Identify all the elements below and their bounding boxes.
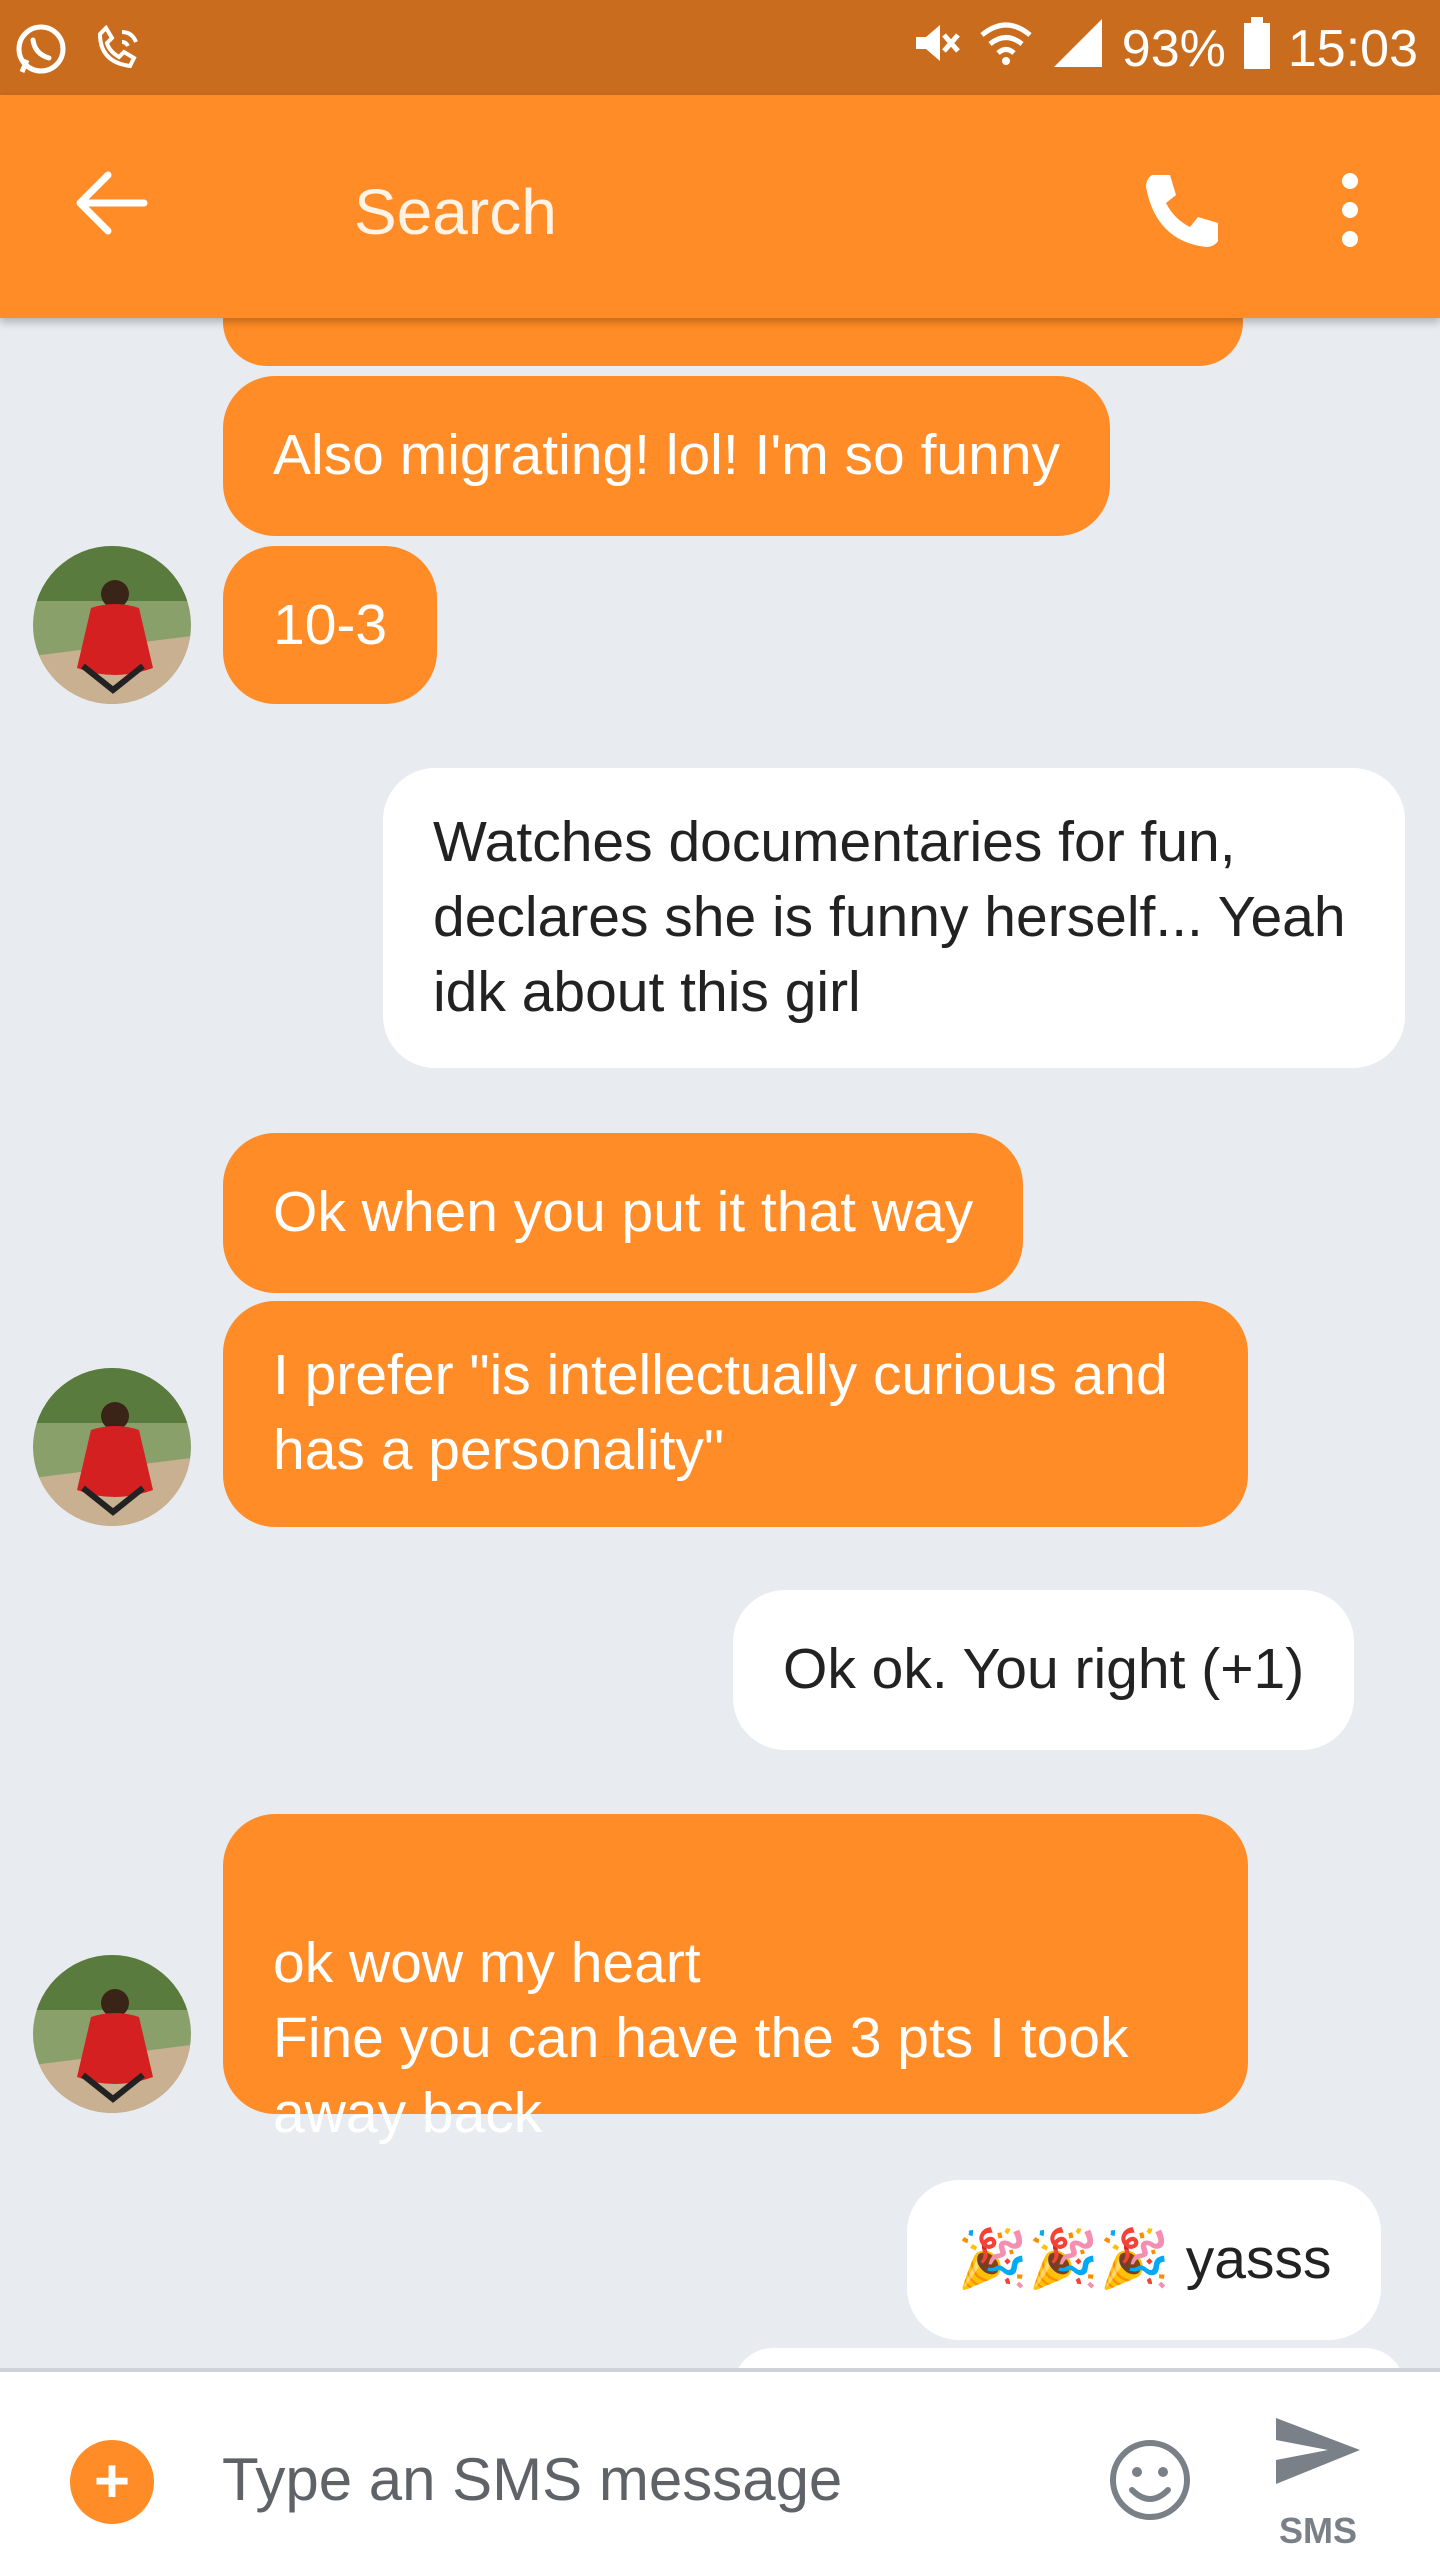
message-bubble-outgoing[interactable]: Ok ok. You right (+1): [733, 1590, 1355, 1750]
back-arrow-icon[interactable]: [72, 163, 152, 243]
message-bubble-outgoing[interactable]: Watches documentaries for fun, declares …: [383, 768, 1405, 1068]
message-text: Also migrating! lol! I'm so funny: [273, 423, 1061, 487]
composer-bar: + SMS: [0, 2368, 1440, 2564]
battery-icon: [1242, 15, 1272, 84]
message-bubble-partial: [223, 318, 1243, 366]
add-attachment-icon[interactable]: +: [70, 2440, 154, 2524]
message-text: Ok ok. You right (+1): [783, 1637, 1305, 1701]
message-bubble-incoming[interactable]: Ok when you put it that way: [223, 1133, 1024, 1293]
emoji-icon[interactable]: [1108, 2438, 1192, 2522]
send-label: SMS: [1278, 2510, 1357, 2551]
status-bar: 93% 15:03: [0, 0, 1440, 95]
message-bubble-partial: [733, 2348, 1405, 2368]
message-text: 10-3: [273, 593, 388, 657]
wifi-icon: [978, 15, 1034, 84]
message-text: 🎉🎉🎉 yasss: [957, 2227, 1332, 2291]
message-text: ok wow my heart Fine you can have the 3 …: [273, 1931, 1129, 2145]
wifi-call-icon: [90, 22, 144, 81]
contact-avatar[interactable]: [33, 546, 191, 704]
message-text: I prefer "is intellectually curious and …: [273, 1343, 1168, 1482]
message-text: Watches documentaries for fun, declares …: [433, 810, 1346, 1024]
send-button[interactable]: SMS: [1268, 2402, 1368, 2552]
send-icon: [1268, 2418, 1368, 2506]
app-bar: Search: [0, 95, 1440, 318]
mute-icon: [906, 15, 962, 84]
phone-icon[interactable]: [1138, 165, 1228, 255]
search-title[interactable]: Search: [354, 175, 557, 249]
message-thread[interactable]: Also migrating! lol! I'm so funny 10-3 W…: [0, 318, 1440, 2368]
whatsapp-icon: [14, 22, 68, 81]
message-bubble-incoming[interactable]: ok wow my heart Fine you can have the 3 …: [223, 1814, 1248, 2145]
more-vert-icon[interactable]: [1330, 165, 1370, 255]
battery-percent: 93%: [1121, 20, 1226, 78]
message-bubble-incoming[interactable]: Also migrating! lol! I'm so funny: [223, 376, 1111, 536]
message-bubble-outgoing[interactable]: 🎉🎉🎉 yasss: [907, 2180, 1382, 2340]
message-text: Ok when you put it that way: [273, 1180, 974, 1244]
signal-icon: [1050, 15, 1106, 84]
message-bubble-incoming[interactable]: I prefer "is intellectually curious and …: [223, 1301, 1248, 1527]
contact-avatar[interactable]: [33, 1955, 191, 2113]
clock: 15:03: [1287, 20, 1418, 78]
message-bubble-incoming[interactable]: 10-3: [223, 546, 438, 704]
contact-avatar[interactable]: [33, 1368, 191, 1526]
sms-message-input[interactable]: [222, 2434, 1082, 2524]
